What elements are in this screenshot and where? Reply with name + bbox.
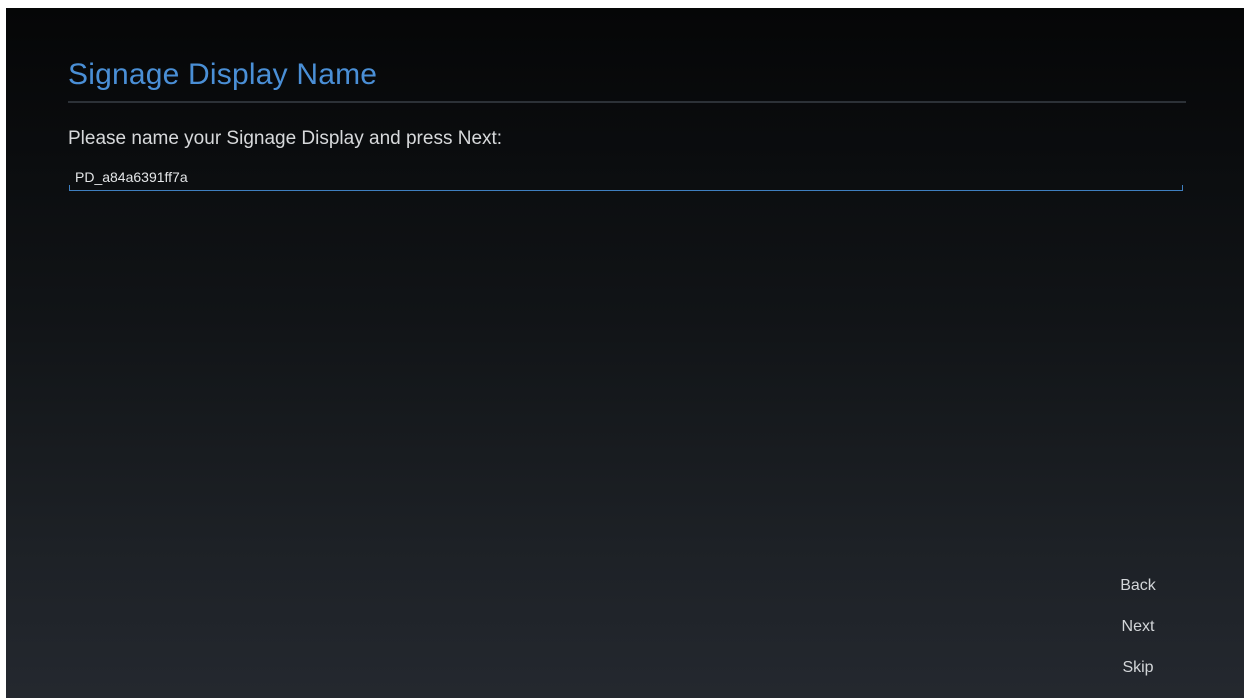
back-button[interactable]: Back — [1108, 574, 1168, 598]
navigation-actions: Back Next Skip — [1108, 574, 1168, 697]
next-button[interactable]: Next — [1108, 615, 1168, 639]
display-name-input[interactable] — [69, 164, 1183, 190]
page-title: Signage Display Name — [68, 58, 378, 91]
field-corner-left — [69, 185, 70, 190]
name-prompt-label: Please name your Signage Display and pre… — [68, 128, 503, 149]
setup-screen: Signage Display Name Please name your Si… — [6, 8, 1244, 698]
display-name-field[interactable] — [69, 164, 1183, 191]
field-corner-right — [1182, 185, 1183, 190]
title-divider — [68, 101, 1186, 103]
skip-button[interactable]: Skip — [1108, 656, 1168, 680]
